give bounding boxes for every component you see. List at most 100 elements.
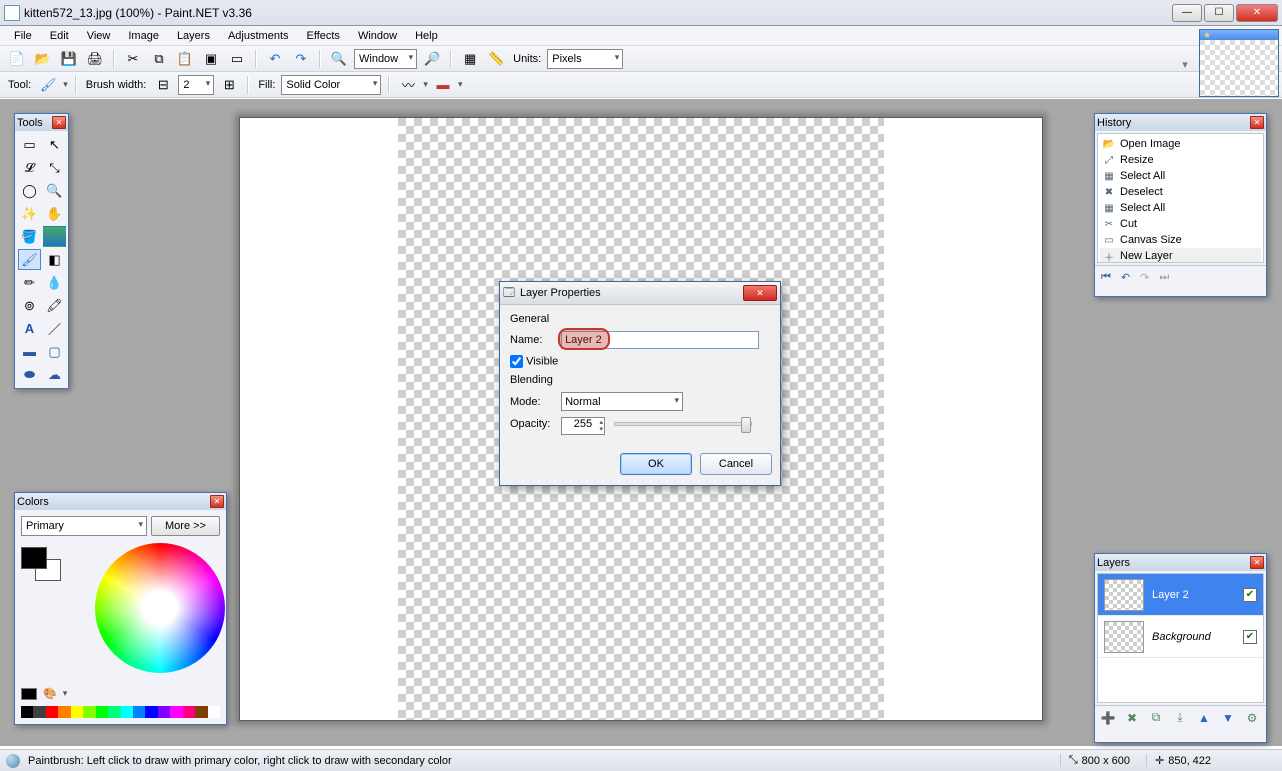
- history-redo-button[interactable]: ↷: [1140, 271, 1149, 284]
- layers-list[interactable]: Layer 2✔Background✔: [1097, 573, 1264, 703]
- mode-combo[interactable]: Normal: [561, 392, 683, 411]
- swatch[interactable]: [121, 706, 133, 718]
- menu-help[interactable]: Help: [407, 28, 446, 44]
- palette-dropdown-icon[interactable]: ▾: [63, 688, 68, 699]
- cancel-button[interactable]: Cancel: [700, 453, 772, 475]
- history-item[interactable]: ▦Select All: [1100, 168, 1261, 184]
- units-combo[interactable]: Pixels: [547, 49, 623, 69]
- text-tool[interactable]: A: [18, 318, 41, 339]
- menu-edit[interactable]: Edit: [42, 28, 77, 44]
- clone-tool[interactable]: ⊚: [18, 295, 41, 316]
- copy-button[interactable]: ⧉: [148, 48, 170, 70]
- open-file-button[interactable]: 📂: [32, 48, 54, 70]
- swatch[interactable]: [46, 706, 58, 718]
- menu-image[interactable]: Image: [120, 28, 167, 44]
- window-combo[interactable]: Window: [354, 49, 417, 69]
- history-item[interactable]: ＋New Layer: [1100, 248, 1261, 263]
- merge-down-button[interactable]: ⤓: [1171, 709, 1189, 727]
- swatch[interactable]: [71, 706, 83, 718]
- menu-effects[interactable]: Effects: [299, 28, 348, 44]
- more-button[interactable]: More >>: [151, 516, 220, 536]
- history-item[interactable]: ▭Canvas Size: [1100, 232, 1261, 248]
- line-tool[interactable]: ／: [43, 318, 66, 339]
- print-button[interactable]: 🖨: [84, 48, 106, 70]
- duplicate-layer-button[interactable]: ⧉: [1147, 709, 1165, 727]
- pencil-tool[interactable]: ✏: [18, 272, 41, 293]
- rectangle-tool[interactable]: ▬: [18, 341, 41, 362]
- swatch[interactable]: [96, 706, 108, 718]
- fg-bg-swatch[interactable]: [21, 547, 65, 587]
- antialias-button[interactable]: 〰: [397, 74, 419, 96]
- palette-row[interactable]: [21, 706, 220, 718]
- fill-combo[interactable]: Solid Color: [281, 75, 381, 95]
- layer-row[interactable]: Background✔: [1098, 616, 1263, 658]
- blend-dropdown-icon[interactable]: ▾: [458, 79, 463, 90]
- move-tool[interactable]: ↖: [43, 134, 66, 155]
- undo-button[interactable]: ↶: [264, 48, 286, 70]
- add-layer-button[interactable]: ➕: [1099, 709, 1117, 727]
- black-swatch[interactable]: [21, 688, 37, 700]
- menu-file[interactable]: File: [6, 28, 40, 44]
- color-target-combo[interactable]: Primary: [21, 516, 147, 536]
- history-item[interactable]: ✂Cut: [1100, 216, 1261, 232]
- close-button[interactable]: [1236, 4, 1278, 22]
- menu-view[interactable]: View: [79, 28, 119, 44]
- magic-wand-tool[interactable]: ✨: [18, 203, 41, 224]
- move-down-button[interactable]: ▼: [1219, 709, 1237, 727]
- delete-layer-button[interactable]: ✖: [1123, 709, 1141, 727]
- history-list[interactable]: 📂Open Image⤢Resize▦Select All✖Deselect▦S…: [1097, 133, 1264, 263]
- swatch[interactable]: [83, 706, 95, 718]
- history-close-button[interactable]: [1250, 116, 1264, 129]
- layer-row[interactable]: Layer 2✔: [1098, 574, 1263, 616]
- pan-tool[interactable]: ✋: [43, 203, 66, 224]
- move-up-button[interactable]: ▲: [1195, 709, 1213, 727]
- recolor-tool[interactable]: 🖍: [43, 295, 66, 316]
- zoom-tool[interactable]: 🔍: [43, 180, 66, 201]
- current-tool-icon[interactable]: 🖌: [37, 74, 59, 96]
- history-rewind-button[interactable]: ⏮: [1101, 271, 1111, 284]
- tool-dropdown-icon[interactable]: ▾: [63, 79, 68, 90]
- swatch[interactable]: [208, 706, 220, 718]
- tools-close-button[interactable]: [52, 116, 66, 129]
- swatch[interactable]: [108, 706, 120, 718]
- aa-dropdown-icon[interactable]: ▾: [423, 79, 428, 90]
- color-wheel[interactable]: [95, 543, 225, 673]
- blend-button[interactable]: ▬: [432, 74, 454, 96]
- gradient-tool[interactable]: [43, 226, 66, 247]
- paintbrush-tool[interactable]: 🖌: [18, 249, 41, 270]
- new-file-button[interactable]: 📄: [6, 48, 28, 70]
- layer-name-input[interactable]: [561, 331, 759, 349]
- brush-increase-button[interactable]: ⊞: [218, 74, 240, 96]
- ok-button[interactable]: OK: [620, 453, 692, 475]
- menu-layers[interactable]: Layers: [169, 28, 218, 44]
- swatch[interactable]: [195, 706, 207, 718]
- swatch[interactable]: [21, 706, 33, 718]
- menu-adjustments[interactable]: Adjustments: [220, 28, 297, 44]
- swatch[interactable]: [183, 706, 195, 718]
- history-ff-button[interactable]: ⏭: [1159, 271, 1169, 284]
- ellipse-select-tool[interactable]: ◯: [18, 180, 41, 201]
- lasso-tool[interactable]: 𝓛: [18, 157, 41, 178]
- minimize-button[interactable]: [1172, 4, 1202, 22]
- opacity-spinner[interactable]: 255: [561, 417, 605, 435]
- history-item[interactable]: ▦Select All: [1100, 200, 1261, 216]
- rect-select-tool[interactable]: ▭: [18, 134, 41, 155]
- rounded-rect-tool[interactable]: ▢: [43, 341, 66, 362]
- visible-checkbox[interactable]: [510, 355, 523, 368]
- redo-button[interactable]: ↷: [290, 48, 312, 70]
- zoom-button[interactable]: 🔍: [328, 48, 350, 70]
- save-button[interactable]: 💾: [58, 48, 80, 70]
- move-selection-tool[interactable]: ⤡: [43, 157, 66, 178]
- layers-close-button[interactable]: [1250, 556, 1264, 569]
- dialog-close-button[interactable]: [743, 285, 777, 301]
- opacity-slider[interactable]: [614, 422, 752, 426]
- swatch[interactable]: [133, 706, 145, 718]
- layer-properties-button[interactable]: ⚙: [1243, 709, 1261, 727]
- menu-window[interactable]: Window: [350, 28, 405, 44]
- eraser-tool[interactable]: ◧: [43, 249, 66, 270]
- deselect-button[interactable]: ▭: [226, 48, 248, 70]
- grid-button[interactable]: ▦: [459, 48, 481, 70]
- history-item[interactable]: ⤢Resize: [1100, 152, 1261, 168]
- brush-width-combo[interactable]: 2: [178, 75, 214, 95]
- bucket-tool[interactable]: 🪣: [18, 226, 41, 247]
